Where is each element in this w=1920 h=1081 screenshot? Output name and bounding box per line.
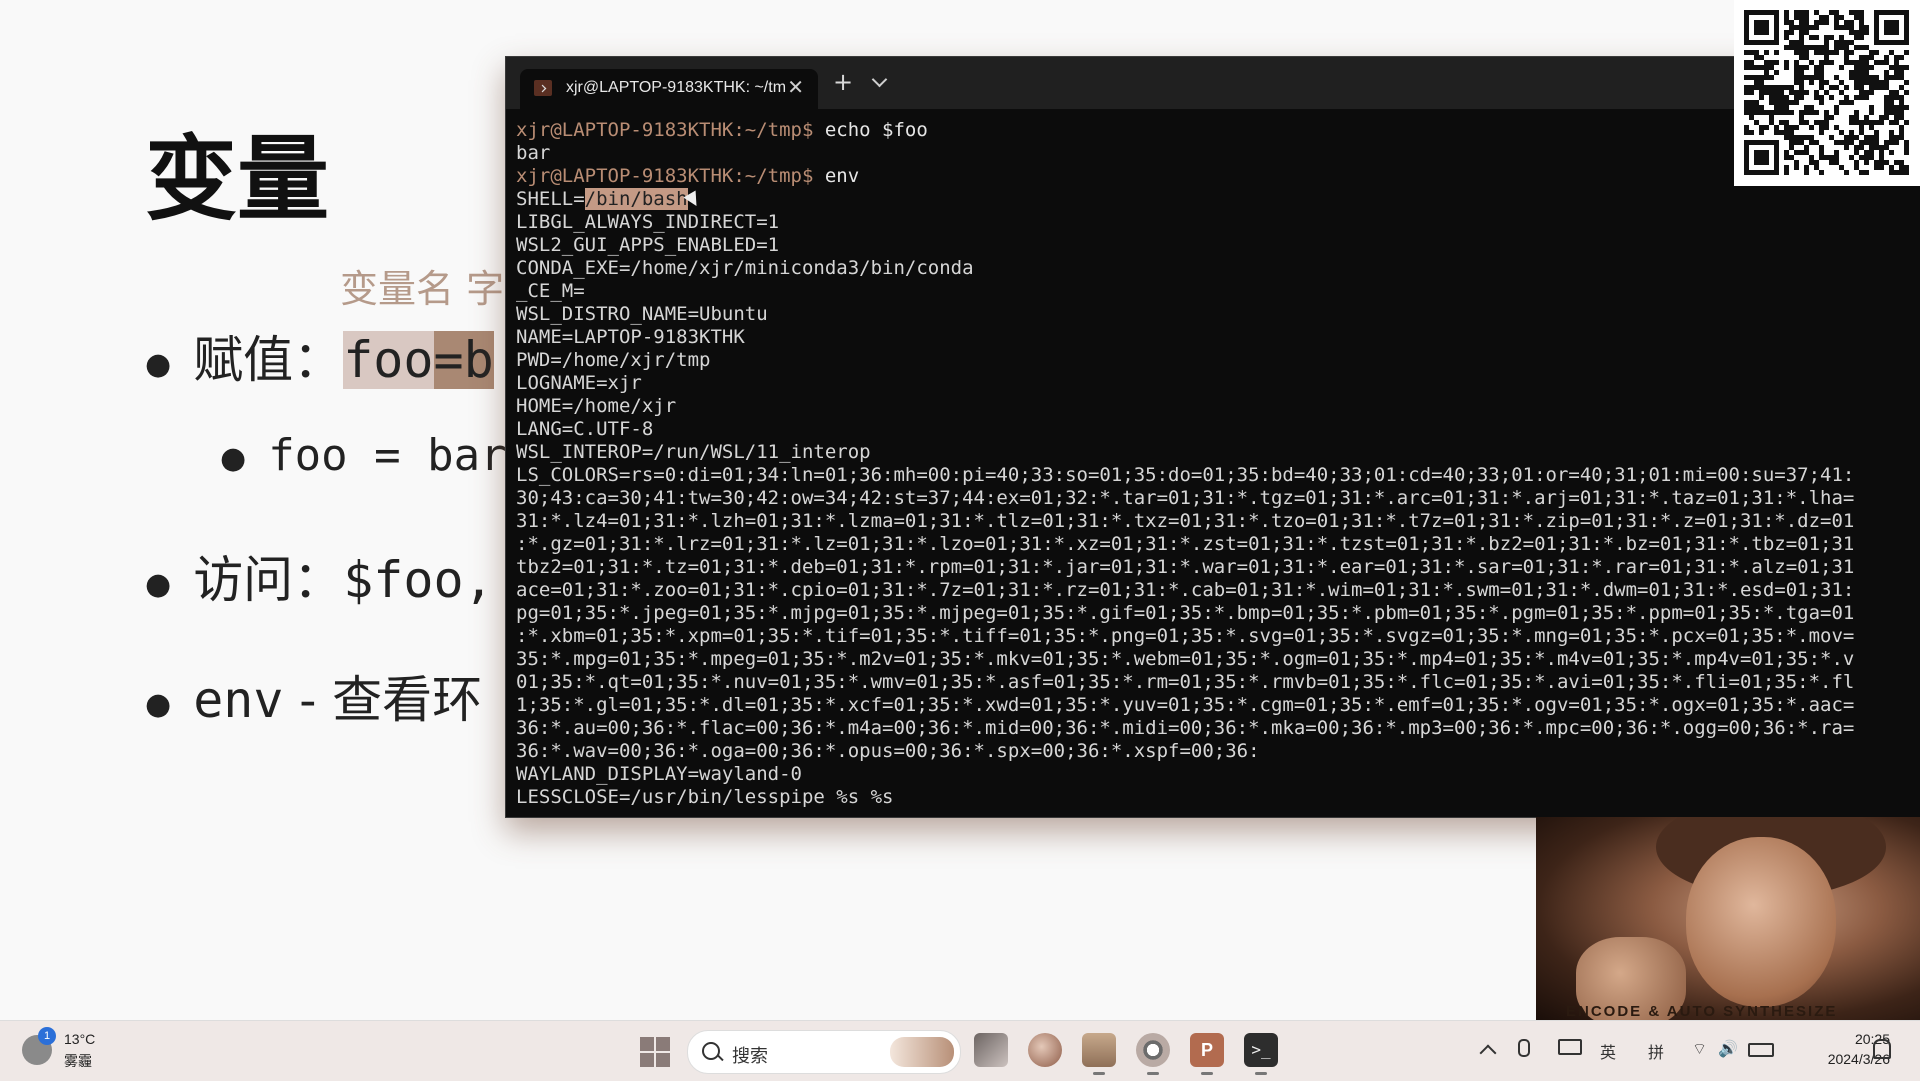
taskbar-search[interactable]: 搜索 — [687, 1030, 961, 1074]
env-line: 01;35:*.qt=01;35:*.nuv=01;35:*.wmv=01;35… — [516, 671, 1855, 693]
env-line: HOME=/home/xjr — [516, 395, 677, 417]
sub-bullet-spaces: ● foo = bar — [220, 430, 507, 481]
env-line: 1;35:*.gl=01;35:*.dl=01;35:*.xcf=01;35:*… — [516, 694, 1855, 716]
battery-icon[interactable] — [1748, 1043, 1774, 1057]
env-line: LS_COLORS=rs=0:di=01;34:ln=01;36:mh=00:p… — [516, 464, 1855, 486]
ime-language[interactable]: 英 — [1600, 1039, 1616, 1063]
windows-logo-icon — [656, 1037, 670, 1051]
file-explorer-icon[interactable] — [1082, 1033, 1116, 1075]
tab-title: xjr@LAPTOP-9183KTHK: ~/tm — [566, 79, 787, 96]
env-key: SHELL= — [516, 188, 585, 210]
search-placeholder: 搜索 — [732, 1046, 768, 1066]
terminal-tab[interactable]: xjr@LAPTOP-9183KTHK: ~/tm ✕ — [520, 69, 818, 109]
search-icon — [702, 1042, 720, 1060]
code-foo: foo — [343, 331, 434, 389]
terminal-line: SHELL=/bin/bash — [516, 188, 1920, 211]
env-line: tbz2=01;31:*.tz=01;31:*.deb=01;31:*.rpm=… — [516, 556, 1855, 578]
env-line: LESSCLOSE=/usr/bin/lesspipe %s %s — [516, 786, 894, 808]
env-line: PWD=/home/xjr/tmp — [516, 349, 711, 371]
slide-subtitle: 变量名 字 — [340, 267, 505, 311]
terminal-line: xjr@LAPTOP-9183KTHK:~/tmp$ env — [516, 165, 1920, 188]
bullet-dot: ● — [220, 441, 247, 476]
search-highlight-image — [890, 1037, 954, 1067]
edge-icon[interactable] — [1028, 1033, 1062, 1067]
notification-bell-icon[interactable] — [1873, 1039, 1891, 1059]
weather-widget[interactable]: 1 13°C 雾霾 — [22, 1027, 142, 1073]
chevron-down-icon[interactable] — [871, 71, 888, 88]
env-line: WSL2_GUI_APPS_ENABLED=1 — [516, 234, 780, 256]
bullet-assignment: ● 赋值：foo=b — [145, 320, 494, 392]
webcam-caption: ENCODE & AUTO SYNTHESIZE — [1566, 1003, 1838, 1020]
bullet-env: ● env - 查看环 — [145, 660, 482, 732]
bullet-label: 赋值： — [193, 331, 344, 389]
terminal-window[interactable]: xjr@LAPTOP-9183KTHK: ~/tm ✕ + xjr@LAPTOP… — [505, 56, 1920, 818]
windows-logo-icon — [656, 1053, 670, 1067]
powerpoint-icon[interactable]: P — [1190, 1033, 1224, 1075]
selected-text: /bin/bash — [584, 188, 688, 210]
code-assign: =b — [433, 331, 494, 389]
env-line: WAYLAND_DISPLAY=wayland-0 — [516, 763, 802, 785]
chevron-up-icon[interactable] — [1479, 1044, 1497, 1062]
env-line: ace=01;31:*.zoo=01;31:*.cpio=01;31:*.7z=… — [516, 579, 1855, 601]
command-text: echo $foo — [813, 119, 928, 141]
env-line: WSL_DISTRO_NAME=Ubuntu — [516, 303, 768, 325]
code-env: env — [193, 671, 284, 729]
env-line: 36:*.au=00;36:*.flac=00;36:*.m4a=00;36:*… — [516, 717, 1855, 739]
windows-logo-icon — [640, 1037, 654, 1051]
env-line: NAME=LAPTOP-9183KTHK — [516, 326, 745, 348]
code-example: foo = bar — [268, 430, 507, 481]
bullet-dot: ● — [145, 686, 172, 722]
close-icon[interactable]: ✕ — [787, 75, 804, 99]
ime-mode[interactable]: 拼 — [1648, 1039, 1664, 1063]
terminal-app-icon[interactable]: >_ — [1244, 1033, 1278, 1075]
terminal-tabbar: xjr@LAPTOP-9183KTHK: ~/tm ✕ + — [506, 57, 1920, 109]
env-line: 30;43:ca=30;41:tw=30;42:ow=34;42:st=37;4… — [516, 487, 1855, 509]
task-view-icon[interactable] — [974, 1033, 1008, 1067]
qr-code-icon — [1744, 10, 1909, 175]
bullet-label: 访问： — [193, 551, 344, 609]
env-line: 31:*.lz4=01;31:*.lzh=01;31:*.lzma=01;31:… — [516, 510, 1855, 532]
bullet-label: - 查看环 — [283, 671, 483, 729]
microphone-icon[interactable] — [1518, 1039, 1530, 1057]
terminal-line: bar — [516, 142, 551, 164]
webcam-overlay: ENCODE & AUTO SYNTHESIZE — [1536, 817, 1920, 1020]
env-line: _CE_M= — [516, 280, 585, 302]
terminal-output[interactable]: xjr@LAPTOP-9183KTHK:~/tmp$ echo $foo bar… — [516, 119, 1920, 817]
bullet-access: ● 访问：$foo, — [145, 540, 494, 612]
env-line: WSL_INTEROP=/run/WSL/11_interop — [516, 441, 871, 463]
windows-logo-icon — [640, 1053, 654, 1067]
env-line: :*.gz=01;31:*.lrz=01;31:*.lz=01;31:*.lzo… — [516, 533, 1855, 555]
keyboard-icon[interactable] — [1558, 1039, 1582, 1055]
bullet-dot: ● — [145, 566, 172, 602]
env-line: pg=01;35:*.jpeg=01;35:*.mjpg=01;35:*.mjp… — [516, 602, 1855, 624]
command-text: env — [813, 165, 860, 187]
shell-prompt: xjr@LAPTOP-9183KTHK:~/tmp$ — [516, 165, 814, 187]
env-line: LANG=C.UTF-8 — [516, 418, 654, 440]
shell-prompt: xjr@LAPTOP-9183KTHK:~/tmp$ — [516, 119, 814, 141]
env-line: :*.xbm=01;35:*.xpm=01;35:*.tif=01;35:*.t… — [516, 625, 1855, 647]
slide-title: 变量 — [145, 125, 330, 233]
webcam-face — [1686, 837, 1836, 1007]
env-line: 36:*.wav=00;36:*.oga=00;36:*.opus=00;36:… — [516, 740, 1260, 762]
bullet-dot: ● — [145, 346, 172, 382]
qr-code — [1734, 0, 1920, 186]
terminal-icon — [534, 80, 552, 96]
terminal-line: xjr@LAPTOP-9183KTHK:~/tmp$ echo $foo — [516, 119, 1920, 142]
weather-condition: 雾霾 — [64, 1053, 92, 1069]
env-line: LOGNAME=xjr — [516, 372, 642, 394]
weather-temperature: 13°C — [64, 1031, 96, 1047]
taskbar: 1 13°C 雾霾 搜索 P >_ 英 拼 ⌔ 🔊 20:25 2024/3/2… — [0, 1020, 1920, 1081]
new-tab-button[interactable]: + — [833, 68, 853, 96]
env-output: LIBGL_ALWAYS_INDIRECT=1 WSL2_GUI_APPS_ENA… — [516, 211, 1920, 809]
wifi-icon[interactable]: ⌔ — [1692, 1039, 1707, 1059]
code-access: $foo, — [343, 551, 494, 609]
env-line: 35:*.mpg=01;35:*.mpeg=01;35:*.m2v=01;35:… — [516, 648, 1855, 670]
env-line: CONDA_EXE=/home/xjr/miniconda3/bin/conda — [516, 257, 974, 279]
env-line: LIBGL_ALWAYS_INDIRECT=1 — [516, 211, 780, 233]
start-button[interactable] — [640, 1037, 670, 1067]
notification-badge: 1 — [38, 1027, 56, 1045]
chrome-icon[interactable] — [1136, 1033, 1170, 1075]
volume-icon[interactable]: 🔊 — [1718, 1039, 1738, 1059]
